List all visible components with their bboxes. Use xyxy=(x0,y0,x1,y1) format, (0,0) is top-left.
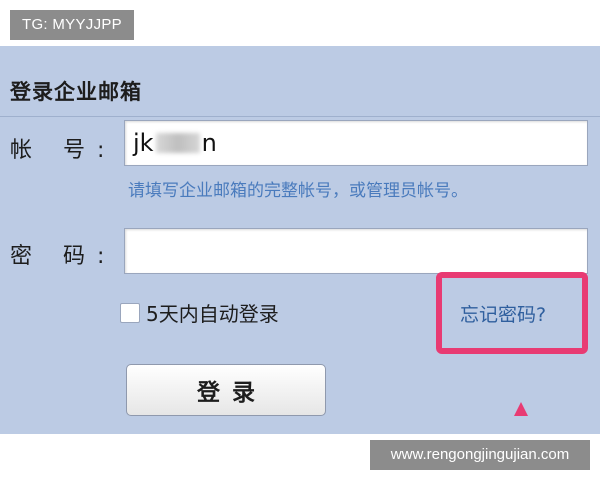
remember-label: 5天内自动登录 xyxy=(146,302,279,326)
account-value-suffix: n xyxy=(201,129,217,157)
watermark: www.rengongjingujian.com xyxy=(370,440,590,470)
remember-checkbox[interactable] xyxy=(120,302,140,323)
login-title: 登录企业邮箱 xyxy=(10,80,142,104)
login-panel: 登录企业邮箱 帐 号: jk n 请填写企业邮箱的完整帐号，或管理员帐号。 密 … xyxy=(0,46,600,434)
account-hint: 请填写企业邮箱的完整帐号，或管理员帐号。 xyxy=(128,181,468,201)
tg-badge: TG: MYYJJPP xyxy=(10,10,134,40)
account-value: jk n xyxy=(133,129,217,157)
remember-login[interactable]: 5天内自动登录 xyxy=(120,298,279,327)
account-label: 帐 号: xyxy=(10,138,117,163)
title-divider xyxy=(0,116,600,117)
screenshot: TG: MYYJJPP 登录企业邮箱 帐 号: jk n 请填写企业邮箱的完整帐… xyxy=(0,0,600,480)
password-input[interactable] xyxy=(124,228,588,274)
account-input[interactable]: jk n xyxy=(124,120,588,166)
arrow-up-icon xyxy=(514,402,528,416)
account-value-prefix: jk xyxy=(133,129,154,157)
login-button[interactable]: 登录 xyxy=(126,364,326,416)
blurred-text-icon xyxy=(155,133,200,153)
password-label: 密 码: xyxy=(10,244,117,269)
forgot-password-link[interactable]: 忘记密码? xyxy=(460,300,546,327)
